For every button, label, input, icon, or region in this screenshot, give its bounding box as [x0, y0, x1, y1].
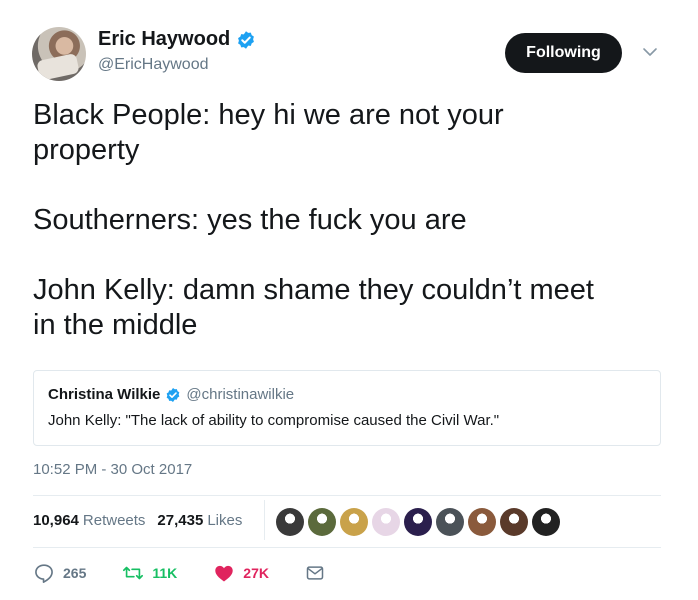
liker-avatar-5[interactable] [404, 508, 432, 536]
liker-avatar-7[interactable] [468, 508, 496, 536]
divider [264, 500, 265, 540]
quoted-author-handle: @christinawilkie [186, 386, 295, 403]
like-button[interactable]: 27K [213, 562, 269, 584]
tweet-stats: 10,964 Retweets 27,435 Likes [33, 512, 242, 529]
retweets-label[interactable]: Retweets [83, 512, 146, 529]
quoted-tweet[interactable]: Christina Wilkie @christinawilkie John K… [33, 370, 661, 446]
liker-avatar-6[interactable] [436, 508, 464, 536]
retweets-count[interactable]: 10,964 [33, 512, 79, 529]
tweet-text: Black People: hey hi we are not your pro… [33, 98, 673, 343]
divider [33, 547, 661, 548]
tweet-line: property [33, 134, 140, 166]
heart-icon [215, 565, 233, 582]
liker-avatar-2[interactable] [308, 508, 336, 536]
quoted-tweet-header: Christina Wilkie @christinawilkie [48, 386, 294, 403]
reply-button[interactable]: 265 [33, 562, 86, 584]
liker-avatar-4[interactable] [372, 508, 400, 536]
like-count: 27K [243, 565, 269, 581]
envelope-icon [306, 566, 324, 580]
tweet-line: Black People: hey hi we are not your [33, 99, 504, 131]
verified-badge-icon [238, 30, 255, 49]
quoted-author-name: Christina Wilkie [48, 386, 161, 403]
liker-avatar-3[interactable] [340, 508, 368, 536]
verified-badge-icon [167, 387, 180, 402]
likes-label[interactable]: Likes [207, 512, 242, 529]
tweet-card: Eric Haywood @EricHaywood Following Blac… [0, 0, 698, 600]
liker-avatar-8[interactable] [500, 508, 528, 536]
divider [33, 495, 661, 496]
retweet-button[interactable]: 11K [122, 562, 177, 584]
author-handle[interactable]: @EricHaywood [98, 56, 209, 74]
liker-avatar-9[interactable] [532, 508, 560, 536]
tweet-timestamp[interactable]: 10:52 PM - 30 Oct 2017 [33, 461, 192, 478]
retweet-count: 11K [152, 565, 178, 581]
quoted-tweet-text: John Kelly: "The lack of ability to comp… [48, 412, 500, 429]
liker-avatar-1[interactable] [276, 508, 304, 536]
reply-count: 265 [63, 565, 87, 581]
retweet-icon [123, 566, 144, 580]
tweet-line: in the middle [33, 309, 198, 341]
author-name-row: Eric Haywood [98, 28, 256, 51]
tweet-line: Southerners: yes the fuck you are [33, 204, 467, 236]
following-button[interactable]: Following [505, 33, 622, 73]
chevron-down-icon[interactable] [642, 44, 658, 60]
author-display-name[interactable]: Eric Haywood [98, 28, 230, 51]
tweet-line: John Kelly: damn shame they couldn’t mee… [33, 274, 594, 306]
liker-avatars [276, 508, 560, 536]
reply-icon [35, 564, 53, 583]
author-avatar[interactable] [32, 27, 86, 81]
likes-count[interactable]: 27,435 [157, 512, 203, 529]
direct-message-button[interactable] [305, 563, 325, 583]
tweet-actions: 265 11K 27K [33, 562, 361, 584]
